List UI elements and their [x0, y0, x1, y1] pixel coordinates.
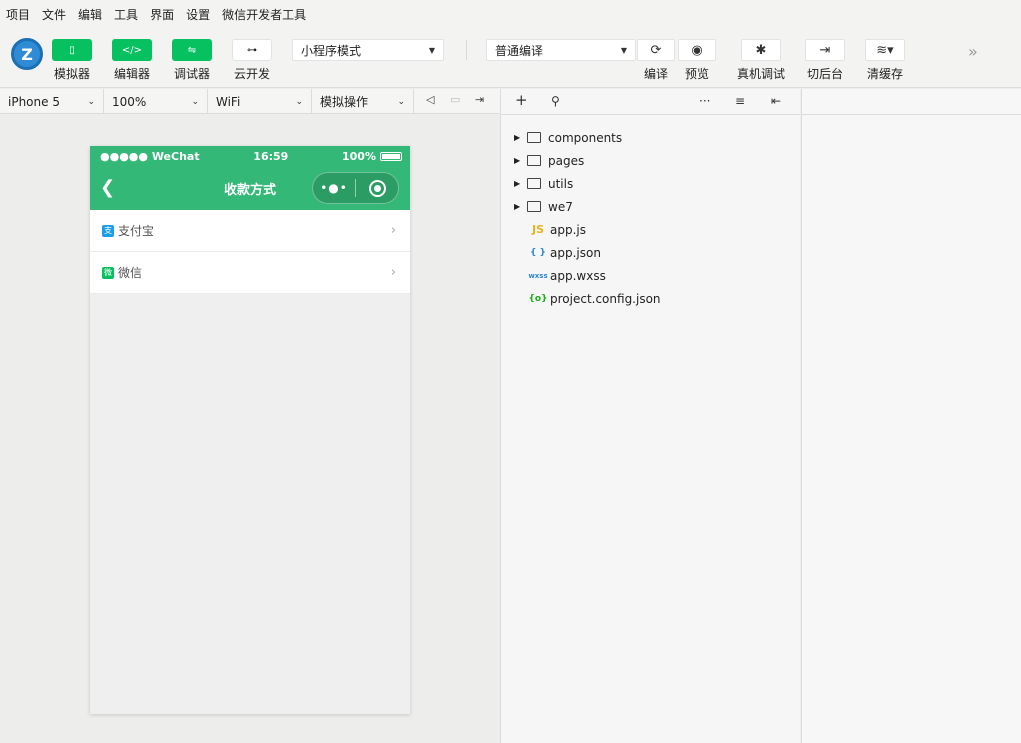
detach-icon[interactable]: ⇥ [475, 93, 484, 106]
js-file-icon: JS [531, 223, 544, 236]
status-bar: ●●●●● WeChat 16:59 100% [90, 146, 410, 166]
battery-icon [379, 152, 402, 161]
battery-status: 100% [342, 150, 402, 163]
editor-tab-bar [802, 89, 1021, 115]
device-select[interactable]: iPhone 5 ⌄ [0, 89, 104, 114]
menu-view[interactable]: 界面 [150, 6, 174, 23]
split-icon[interactable]: ⇤ [771, 94, 781, 108]
collapse-icon[interactable]: ≡ [735, 94, 745, 108]
menu-project[interactable]: 项目 [6, 6, 30, 23]
list-item-wechat[interactable]: 微 微信 › [90, 252, 410, 294]
chevron-down-icon: ⌄ [191, 96, 199, 107]
link-icon: ⊶ [232, 39, 272, 61]
config-file-icon: {o} [528, 293, 548, 304]
folder-icon [527, 155, 541, 166]
sliders-icon: ⇋ [172, 39, 212, 61]
bug-icon: ✱ [741, 39, 781, 61]
simulator-area: ●●●●● WeChat 16:59 100% ❮ 收款方式 •●• 支 支付宝… [0, 115, 500, 743]
logo-icon: Z [21, 44, 33, 64]
simulator-toolbar: iPhone 5 ⌄ 100% ⌄ WiFi ⌄ 模拟操作 ⌄ ◁ ▭ ⇥ [0, 89, 500, 114]
operation-select[interactable]: 模拟操作 ⌄ [312, 89, 414, 114]
tree-folder-we7[interactable]: ▶ we7 [501, 195, 800, 218]
signal-carrier: ●●●●● WeChat [100, 149, 200, 163]
toolbar: Z ▯ 模拟器 </> 编辑器 ⇋ 调试器 ⊶ 云开发 小程序模式 ▼ 普通编译… [0, 28, 1021, 88]
menu-bar: 项目 文件 编辑 工具 界面 设置 微信开发者工具 [0, 0, 1021, 28]
compile-button[interactable]: ⟳ 编译 [637, 39, 675, 82]
triangle-right-icon: ▶ [514, 179, 521, 188]
chevron-right-icon: › [390, 265, 396, 280]
triangle-right-icon: ▶ [514, 156, 521, 165]
menu-tools[interactable]: 工具 [114, 6, 138, 23]
caret-down-icon: ▼ [428, 45, 435, 55]
wxss-file-icon: wxss [528, 271, 548, 280]
chevron-right-icon: › [390, 223, 396, 238]
preview-button[interactable]: ◉ 预览 [678, 39, 716, 82]
tree-folder-utils[interactable]: ▶ utils [501, 172, 800, 195]
tree-file-project-config[interactable]: {o} project.config.json [501, 287, 800, 310]
caret-down-icon: ▼ [620, 45, 627, 55]
triangle-right-icon: ▶ [514, 202, 521, 211]
menu-edit[interactable]: 编辑 [78, 6, 102, 23]
wechat-icon: 微 [102, 266, 114, 279]
file-explorer: + ⚲ ··· ≡ ⇤ ▶ components ▶ pages ▶ utils… [500, 89, 800, 743]
phone-screen: ●●●●● WeChat 16:59 100% ❮ 收款方式 •●• 支 支付宝… [90, 146, 410, 714]
more-icon[interactable]: » [968, 42, 978, 61]
json-file-icon: { } [530, 247, 546, 258]
editor-panel [801, 89, 1021, 743]
chevron-down-icon: ⌄ [397, 96, 405, 107]
volume-icon[interactable]: ◁ [426, 93, 434, 106]
search-icon[interactable]: ⚲ [551, 94, 560, 108]
editor-button[interactable]: </> 编辑器 [106, 39, 158, 82]
close-mini-program-button[interactable] [356, 179, 398, 197]
window-icon[interactable]: ▭ [450, 93, 460, 106]
alipay-icon: 支 [102, 224, 114, 237]
eye-icon: ◉ [678, 39, 716, 61]
menu-wechat-devtools[interactable]: 微信开发者工具 [222, 6, 306, 23]
add-icon[interactable]: + [515, 91, 528, 109]
zoom-select[interactable]: 100% ⌄ [104, 89, 208, 114]
tree-file-app-wxss[interactable]: wxss app.wxss [501, 264, 800, 287]
menu-settings[interactable]: 设置 [186, 6, 210, 23]
nav-bar: ❮ 收款方式 •●• [90, 166, 410, 210]
tree-folder-components[interactable]: ▶ components [501, 126, 800, 149]
remote-debug-button[interactable]: ✱ 真机调试 [737, 39, 785, 82]
triangle-right-icon: ▶ [514, 133, 521, 142]
tree-folder-pages[interactable]: ▶ pages [501, 149, 800, 172]
network-select[interactable]: WiFi ⌄ [208, 89, 312, 114]
folder-icon [527, 201, 541, 212]
avatar[interactable]: Z [11, 38, 43, 70]
payment-list: 支 支付宝 › 微 微信 › [90, 210, 410, 294]
target-icon [368, 179, 386, 197]
list-item-alipay[interactable]: 支 支付宝 › [90, 210, 410, 252]
clear-cache-button[interactable]: ≋▾ 清缓存 [865, 39, 905, 82]
folder-icon [527, 132, 541, 143]
simulator-button[interactable]: ▯ 模拟器 [46, 39, 98, 82]
more-dots-icon[interactable]: •●• [313, 181, 355, 195]
code-icon: </> [112, 39, 152, 61]
exit-icon: ⇥ [805, 39, 845, 61]
folder-icon [527, 178, 541, 189]
menu-capsule: •●• [312, 172, 399, 204]
mode-select[interactable]: 小程序模式 ▼ [292, 39, 444, 61]
compile-mode-select[interactable]: 普通编译 ▼ [486, 39, 636, 61]
phone-icon: ▯ [52, 39, 92, 61]
chevron-down-icon: ⌄ [295, 96, 303, 107]
toolbar-divider [466, 40, 467, 60]
debugger-button[interactable]: ⇋ 调试器 [166, 39, 218, 82]
file-tree: ▶ components ▶ pages ▶ utils ▶ we7 JS ap… [501, 115, 800, 310]
refresh-icon: ⟳ [637, 39, 675, 61]
layers-icon: ≋▾ [865, 39, 905, 61]
cloud-dev-button[interactable]: ⊶ 云开发 [226, 39, 278, 82]
background-button[interactable]: ⇥ 切后台 [805, 39, 845, 82]
tree-file-app-js[interactable]: JS app.js [501, 218, 800, 241]
explorer-toolbar: + ⚲ ··· ≡ ⇤ [501, 89, 800, 115]
tree-file-app-json[interactable]: { } app.json [501, 241, 800, 264]
more-icon[interactable]: ··· [699, 94, 710, 108]
status-time: 16:59 [253, 149, 289, 163]
menu-file[interactable]: 文件 [42, 6, 66, 23]
chevron-down-icon: ⌄ [87, 96, 95, 107]
